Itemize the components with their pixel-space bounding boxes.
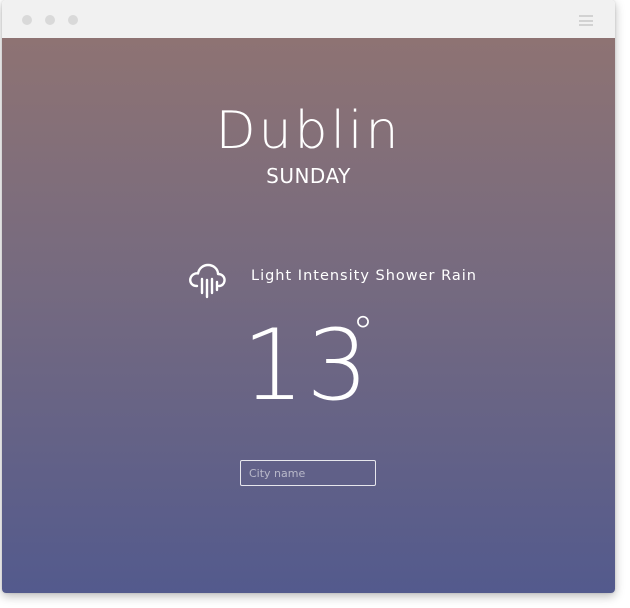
window-close-dot[interactable] <box>22 15 32 25</box>
window-minimize-dot[interactable] <box>45 15 55 25</box>
city-name: Dublin <box>215 101 402 161</box>
hamburger-menu-icon[interactable] <box>579 15 593 26</box>
city-search-input[interactable] <box>240 460 376 486</box>
degree-symbol: ° <box>352 307 374 358</box>
weather-condition: Light Intensity Shower Rain <box>251 268 477 284</box>
rain-cloud-icon <box>187 260 227 300</box>
window-maximize-dot[interactable] <box>68 15 78 25</box>
window-titlebar <box>2 0 615 38</box>
browser-window: Dublin SUNDAY Light Intensity Shower Rai… <box>2 0 615 593</box>
weather-panel: Dublin SUNDAY Light Intensity Shower Rai… <box>2 38 615 593</box>
day-of-week: SUNDAY <box>266 164 351 188</box>
